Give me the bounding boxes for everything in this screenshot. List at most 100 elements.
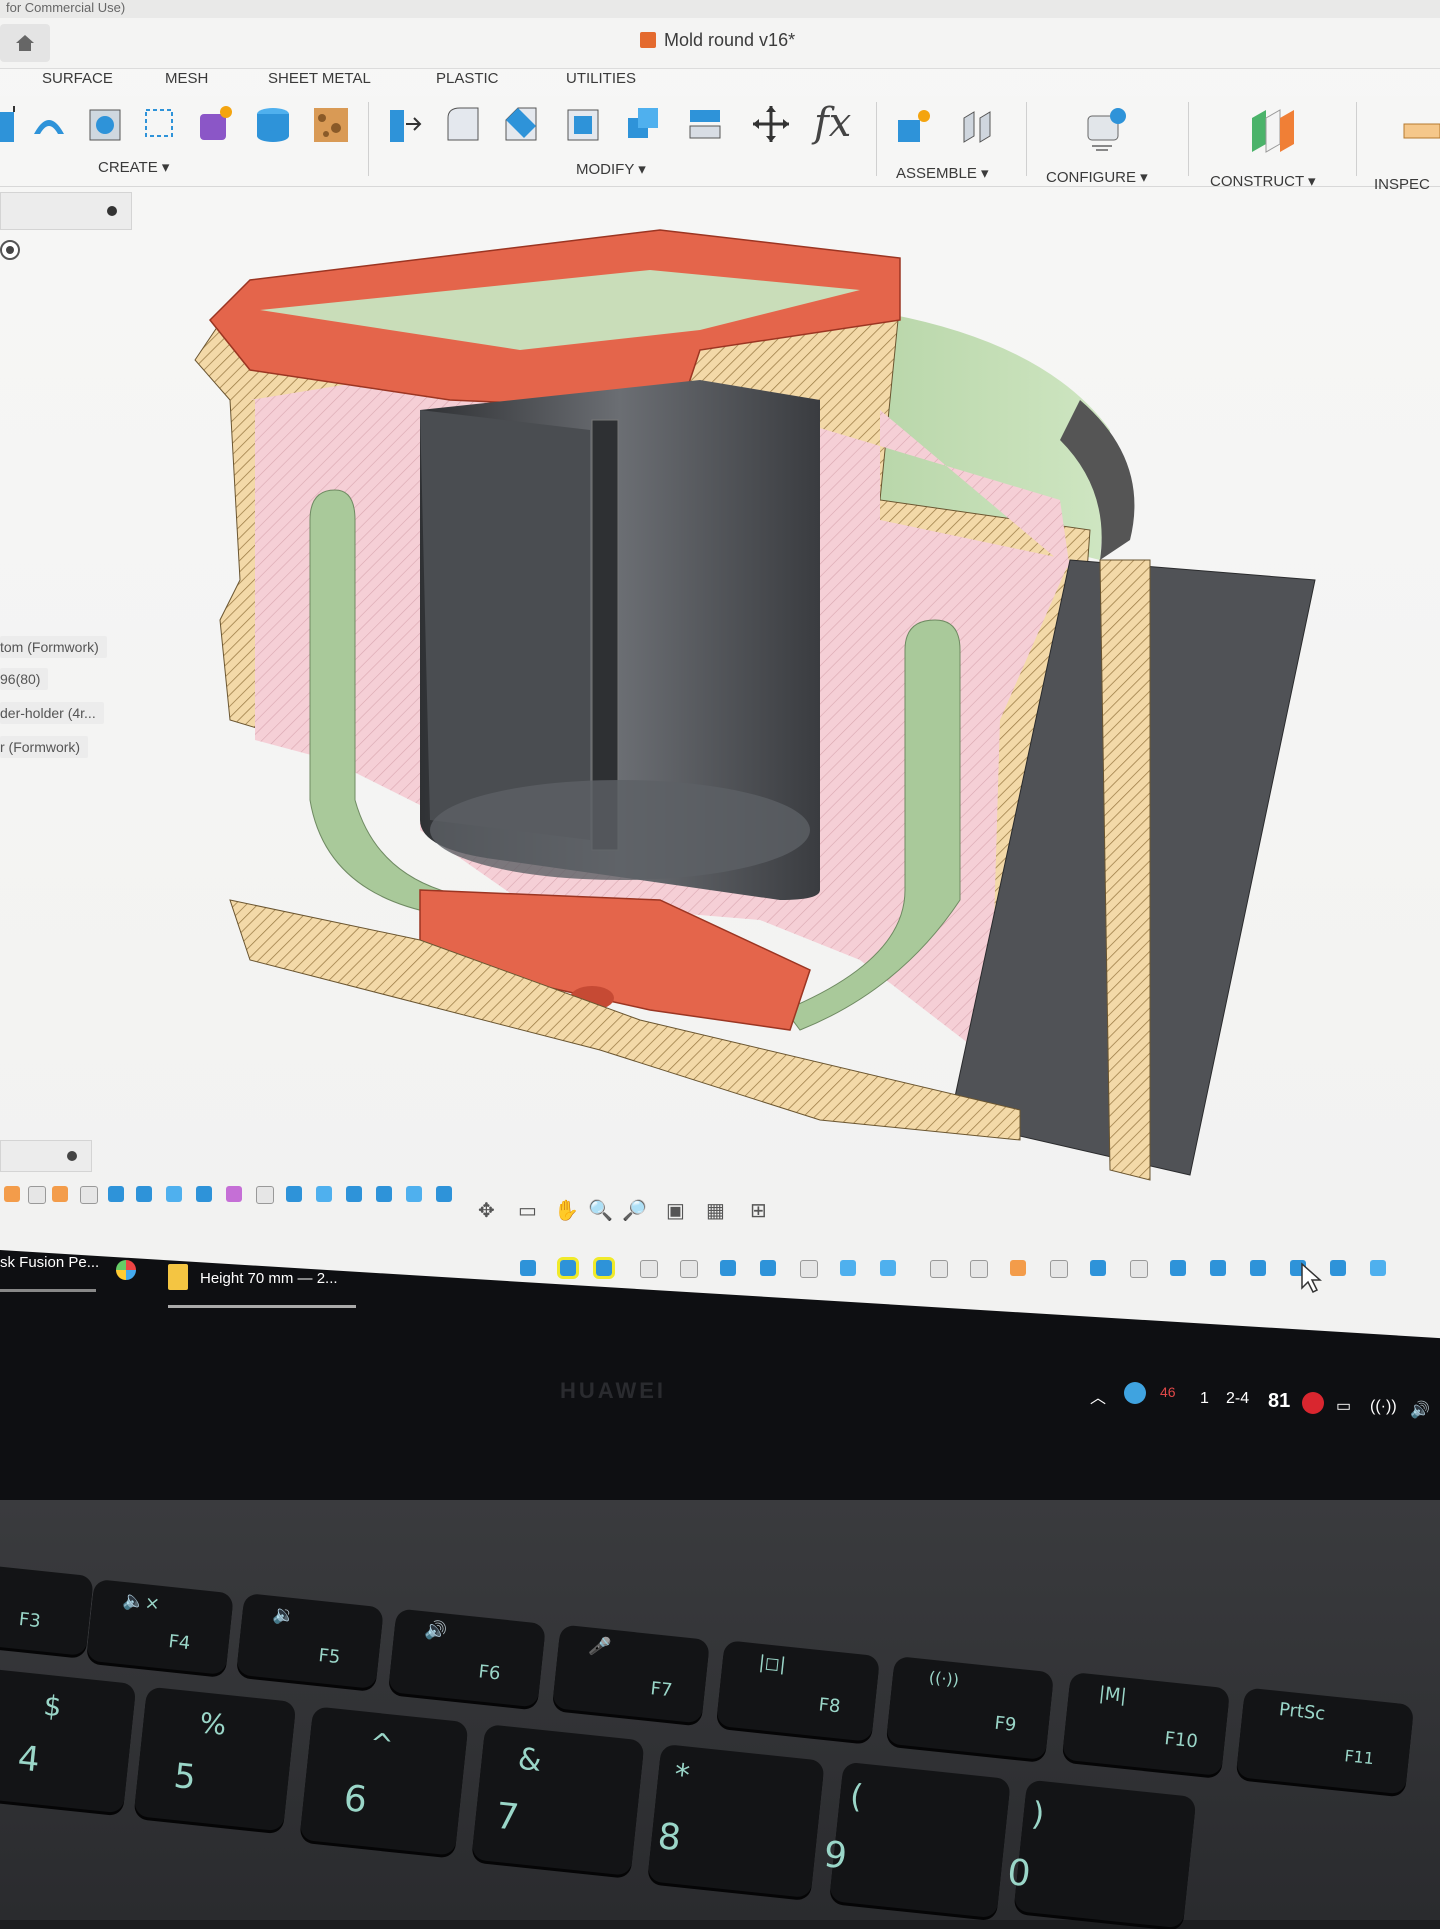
battery-icon[interactable]: ▭: [1336, 1396, 1351, 1416]
tray-app-icon[interactable]: [1124, 1382, 1146, 1404]
timeline-feature-icon[interactable]: [1170, 1260, 1186, 1276]
cylinder-icon[interactable]: [254, 104, 292, 144]
home-button[interactable]: [0, 24, 50, 62]
assemble-menu[interactable]: ASSEMBLE ▾: [896, 164, 989, 182]
timeline-feature-icon[interactable]: [256, 1186, 274, 1204]
timeline-feature-icon[interactable]: [1130, 1260, 1148, 1278]
tab-utilities[interactable]: UTILITIES: [566, 70, 636, 87]
zoom-icon[interactable]: 🔍: [588, 1198, 613, 1223]
press-pull-icon[interactable]: [386, 104, 424, 144]
keyboard-key[interactable]: 🎤 F7: [552, 1624, 710, 1724]
offset-plane-icon[interactable]: [1248, 108, 1298, 156]
timeline-feature-icon[interactable]: [28, 1186, 46, 1204]
timeline-feature-icon[interactable]: [286, 1186, 302, 1202]
timeline-feature-icon[interactable]: [760, 1260, 776, 1276]
taskbar-app-icon[interactable]: [112, 1252, 148, 1304]
timeline-feature-icon[interactable]: [970, 1260, 988, 1278]
combine-icon[interactable]: [624, 104, 662, 144]
timeline-feature-icon[interactable]: [226, 1186, 242, 1202]
construct-menu[interactable]: CONSTRUCT ▾: [1210, 172, 1316, 190]
tab-mesh[interactable]: MESH: [165, 70, 208, 87]
chevron-up-icon[interactable]: ︿: [1090, 1384, 1106, 1408]
timeline-feature-icon[interactable]: [316, 1186, 332, 1202]
timeline-feature-icon[interactable]: [166, 1186, 182, 1202]
keyboard-key[interactable]: & 7: [471, 1724, 645, 1876]
shell-icon[interactable]: [564, 104, 602, 144]
timeline-feature-icon[interactable]: [1210, 1260, 1226, 1276]
taskbar-app-fusion[interactable]: sk Fusion Pe...: [0, 1240, 100, 1292]
look-at-icon[interactable]: ▭: [518, 1198, 537, 1223]
timeline-feature-icon[interactable]: [880, 1260, 896, 1276]
timeline-feature-icon[interactable]: [52, 1186, 68, 1202]
keyboard-key[interactable]: F3: [0, 1563, 94, 1657]
viewports-icon[interactable]: ⊞: [750, 1198, 767, 1223]
keyboard-key[interactable]: |◻| F8: [715, 1640, 881, 1742]
panel-pin-icon[interactable]: [67, 1151, 77, 1161]
timeline-feature-icon[interactable]: [1090, 1260, 1106, 1276]
tray-app-icon[interactable]: [1302, 1392, 1324, 1414]
keyboard-key[interactable]: ) 0: [1005, 1779, 1197, 1929]
inspect-menu[interactable]: INSPEC: [1374, 176, 1430, 193]
timeline-feature-icon[interactable]: [1250, 1260, 1266, 1276]
timeline-feature-icon[interactable]: [800, 1260, 818, 1278]
pan-icon[interactable]: ✋: [554, 1198, 579, 1223]
grid-settings-icon[interactable]: ▦: [706, 1198, 725, 1223]
sketch-box-icon[interactable]: [140, 104, 178, 144]
create-menu[interactable]: CREATE ▾: [98, 158, 169, 176]
texture-icon[interactable]: [312, 104, 350, 144]
joint-icon[interactable]: [960, 108, 998, 148]
keyboard-key[interactable]: % 5: [133, 1686, 297, 1832]
model-viewport[interactable]: [0, 200, 1440, 1200]
tab-plastic[interactable]: PLASTIC: [436, 70, 499, 87]
timeline-feature-icon[interactable]: [1050, 1260, 1068, 1278]
tab-surface[interactable]: SURFACE: [42, 70, 113, 87]
timeline-feature-icon[interactable]: [108, 1186, 124, 1202]
timeline-feature-icon[interactable]: [680, 1260, 698, 1278]
modify-menu[interactable]: MODIFY ▾: [576, 160, 646, 178]
keyboard-key[interactable]: (9: [822, 1761, 1011, 1919]
measure-icon[interactable]: [1400, 116, 1440, 146]
timeline-feature-icon[interactable]: [1010, 1260, 1026, 1276]
zoom-window-icon[interactable]: 🔎: [622, 1198, 647, 1223]
timeline-feature-icon[interactable]: [640, 1260, 658, 1278]
move-icon[interactable]: [752, 104, 790, 144]
timeline-feature-icon[interactable]: [196, 1186, 212, 1202]
volume-icon[interactable]: 🔊: [1410, 1400, 1430, 1420]
timeline-feature-icon[interactable]: [406, 1186, 422, 1202]
timeline-feature-icon[interactable]: [1370, 1260, 1386, 1276]
chamfer-icon[interactable]: [502, 104, 540, 144]
replace-face-icon[interactable]: [686, 104, 724, 144]
timeline-feature-icon[interactable]: [930, 1260, 948, 1278]
timeline-feature-icon[interactable]: [1330, 1260, 1346, 1276]
new-component-icon[interactable]: [894, 108, 932, 148]
tab-sheet-metal[interactable]: SHEET METAL: [268, 70, 371, 87]
keyboard-key[interactable]: PrtSc F11: [1235, 1687, 1415, 1795]
timeline-feature-icon[interactable]: [720, 1260, 736, 1276]
form-icon[interactable]: [196, 104, 234, 144]
timeline-feature-icon[interactable]: [557, 1257, 579, 1279]
keyboard-key[interactable]: * 8: [647, 1743, 825, 1899]
timeline-feature-icon[interactable]: [136, 1186, 152, 1202]
orbit-icon[interactable]: ✥: [478, 1198, 495, 1223]
display-settings-icon[interactable]: ▣: [666, 1198, 685, 1223]
keyboard-key[interactable]: 🔊 F6: [388, 1608, 546, 1708]
timeline-feature-icon[interactable]: [346, 1186, 362, 1202]
taskbar-app-folder[interactable]: Height 70 mm — 2...: [168, 1256, 358, 1308]
timeline-feature-icon[interactable]: [520, 1260, 536, 1276]
keyboard-key[interactable]: $4: [0, 1668, 137, 1814]
keyboard-key[interactable]: 🔈× F4: [86, 1578, 234, 1676]
timeline-feature-icon[interactable]: [4, 1186, 20, 1202]
configure-icon[interactable]: [1082, 106, 1130, 152]
keyboard-key[interactable]: 🔉 F5: [236, 1592, 384, 1690]
timeline-feature-icon[interactable]: [376, 1186, 392, 1202]
keyboard-key[interactable]: ^ 6: [299, 1706, 469, 1856]
wifi-icon[interactable]: ((·)): [1370, 1398, 1397, 1416]
fillet-icon[interactable]: [444, 104, 482, 144]
comments-panel[interactable]: [0, 1140, 92, 1172]
timeline-feature-icon[interactable]: [80, 1186, 98, 1204]
timeline-feature-icon[interactable]: [840, 1260, 856, 1276]
keyboard-key[interactable]: |M| F10: [1061, 1671, 1231, 1777]
timeline-feature-icon[interactable]: [436, 1186, 452, 1202]
parameters-fx-icon[interactable]: fx: [814, 100, 851, 146]
timeline-feature-icon[interactable]: [593, 1257, 615, 1279]
